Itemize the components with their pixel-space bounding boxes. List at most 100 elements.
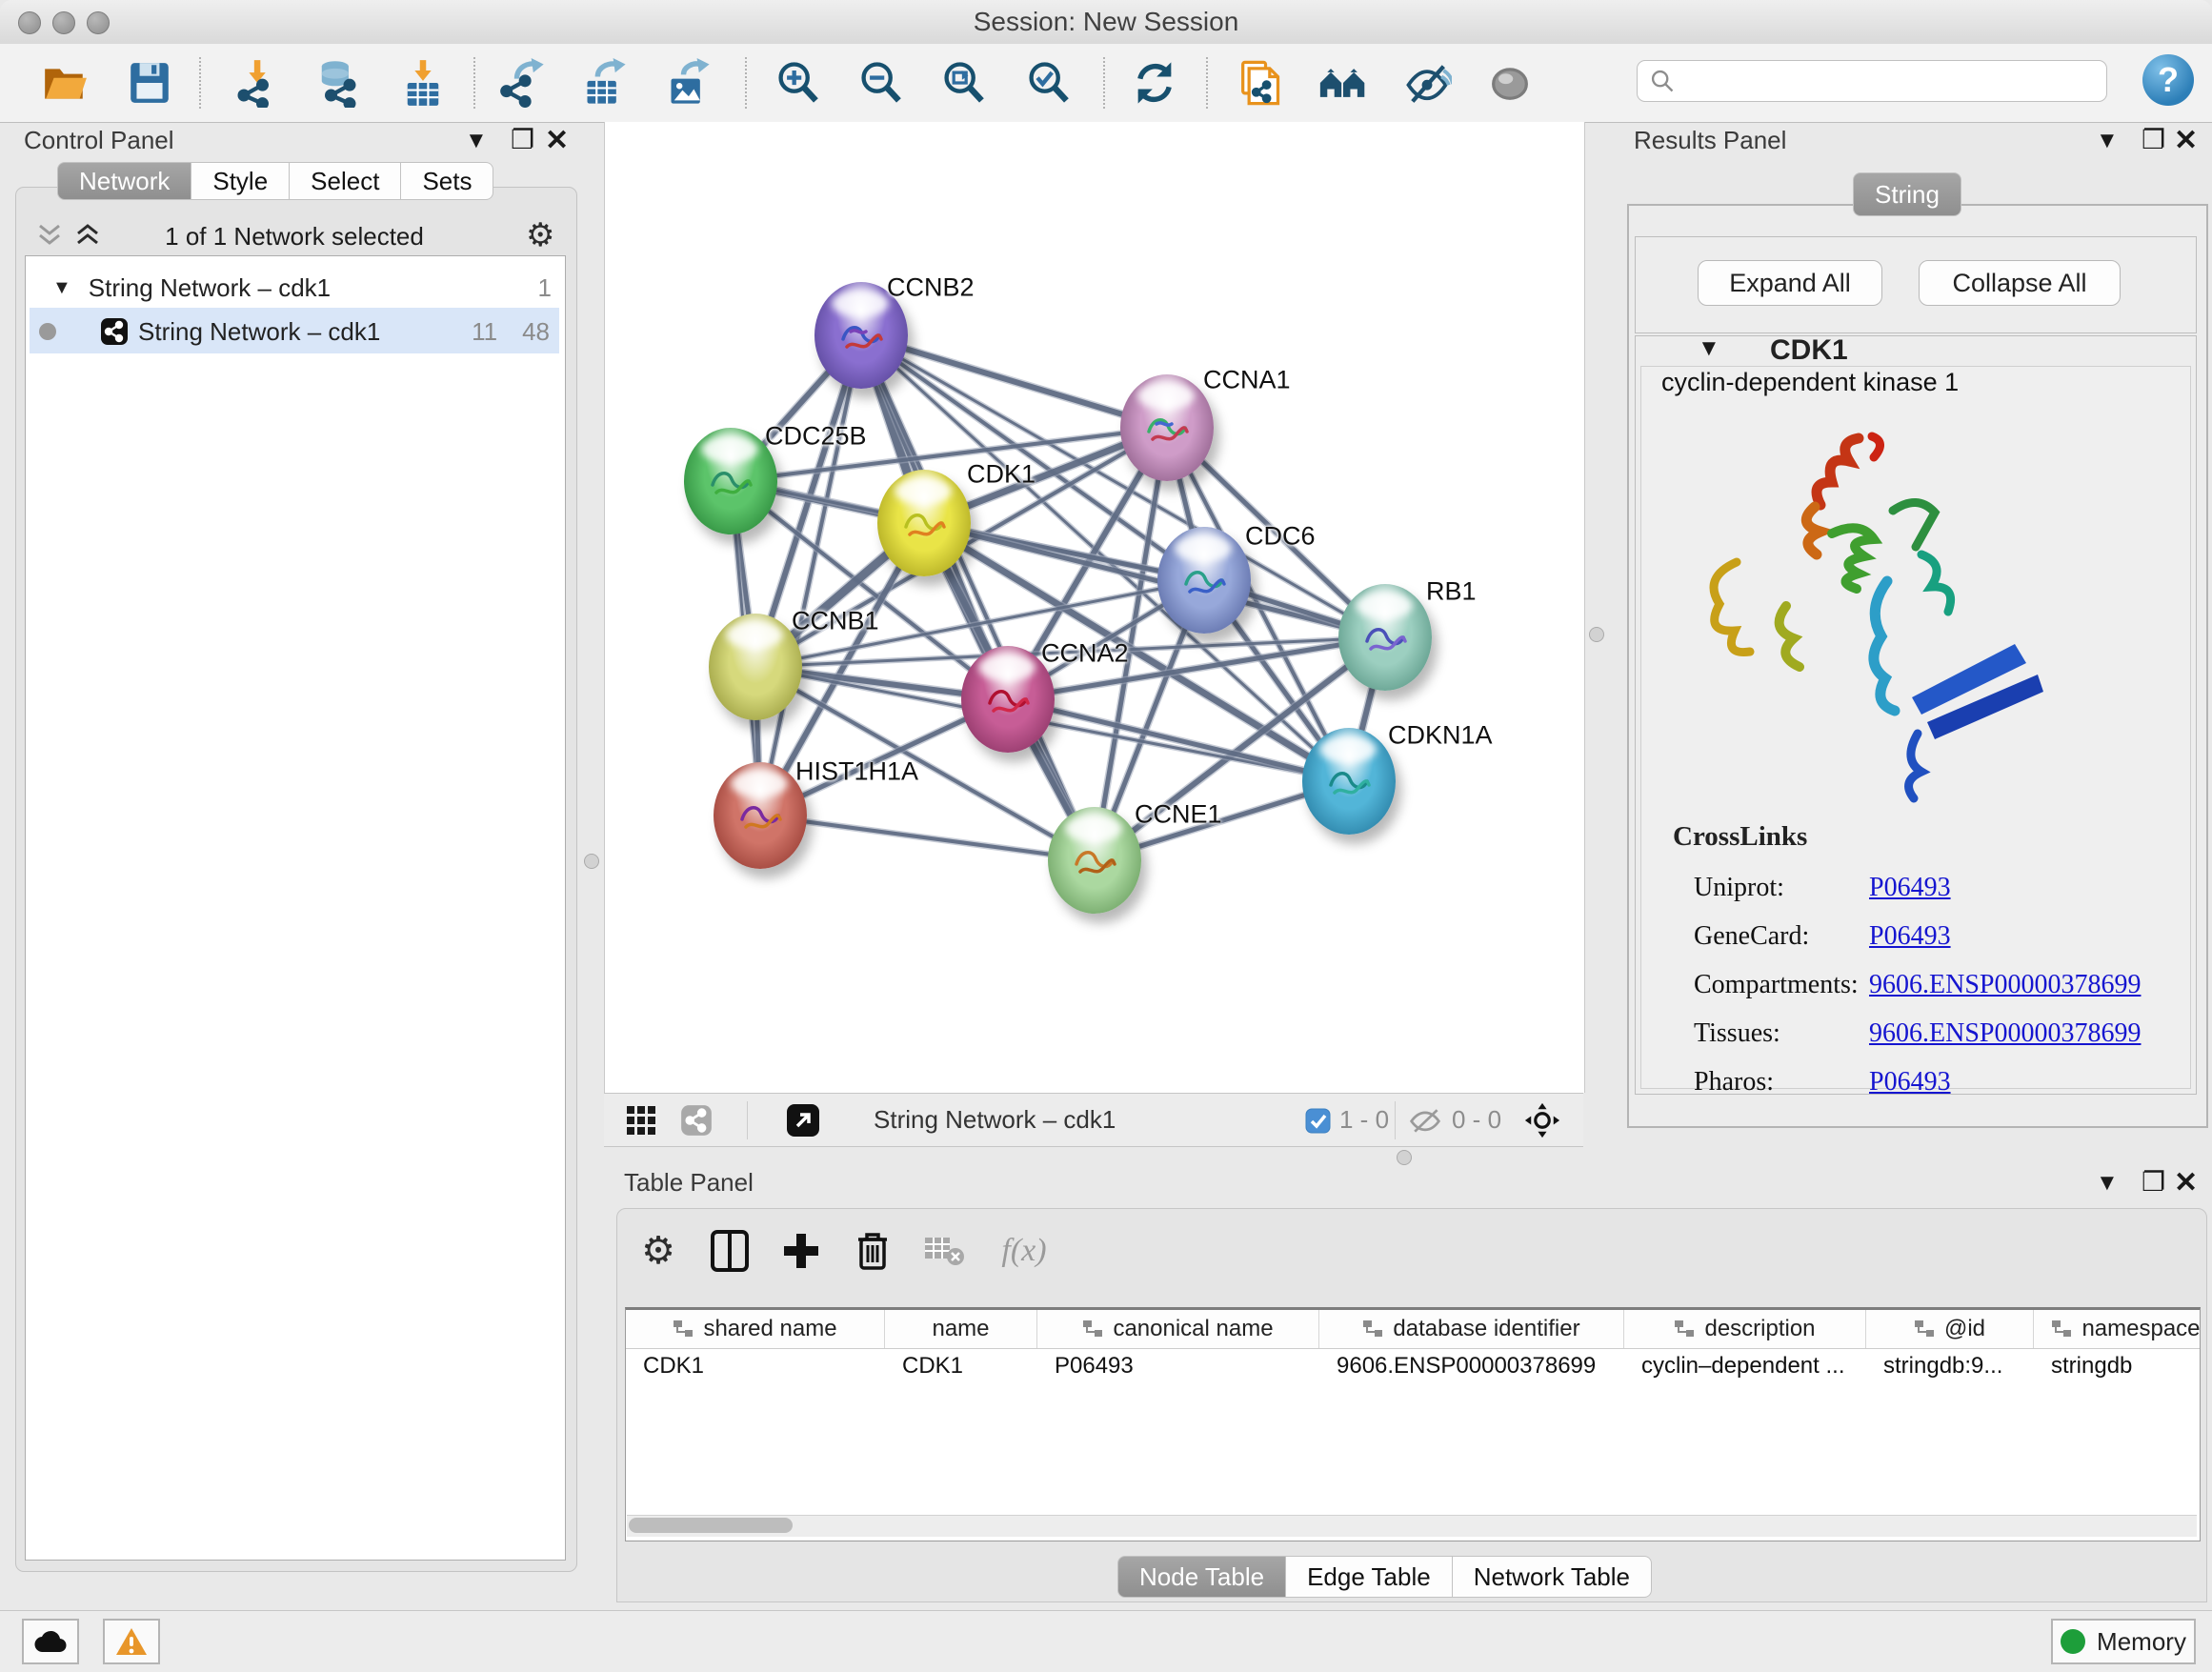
- warning-status-button[interactable]: [103, 1619, 160, 1664]
- column-header-name[interactable]: name: [885, 1310, 1037, 1348]
- delete-table-icon[interactable]: [922, 1229, 966, 1273]
- gene-description: cyclin-dependent kinase 1: [1661, 368, 1959, 397]
- right-splitter-handle[interactable]: [1589, 627, 1604, 642]
- search-input[interactable]: [1676, 66, 2106, 97]
- column-header-namespace[interactable]: namespace: [2034, 1310, 2201, 1348]
- network-collection-row[interactable]: ▼ String Network – cdk1 1: [26, 266, 565, 310]
- table-row[interactable]: CDK1CDK1P064939606.ENSP00000378699cyclin…: [626, 1348, 2201, 1384]
- tab-sets[interactable]: Sets: [401, 162, 493, 200]
- control-panel-close-icon[interactable]: ✕: [545, 124, 569, 157]
- tab-network[interactable]: Network: [57, 162, 191, 200]
- export-network-icon[interactable]: [498, 56, 548, 110]
- column-label: description: [1704, 1316, 1815, 1342]
- tab-select[interactable]: Select: [290, 162, 401, 200]
- window-titlebar[interactable]: Session: New Session: [0, 0, 2212, 45]
- tab-string[interactable]: String: [1853, 172, 1961, 216]
- table-panel-float-icon[interactable]: ❐: [2142, 1166, 2165, 1198]
- delete-column-icon[interactable]: [851, 1229, 895, 1273]
- memory-button[interactable]: Memory: [2051, 1619, 2196, 1664]
- table-panel-close-icon[interactable]: ✕: [2174, 1166, 2198, 1199]
- left-splitter-handle[interactable]: [584, 854, 599, 869]
- control-panel-menu-icon[interactable]: ▼: [465, 128, 488, 154]
- edge-count: 48: [522, 317, 550, 347]
- tab-style[interactable]: Style: [191, 162, 290, 200]
- help-icon[interactable]: ?: [2142, 54, 2194, 106]
- zoom-out-icon[interactable]: [856, 56, 906, 110]
- results-panel-menu-icon[interactable]: ▼: [2096, 128, 2119, 154]
- show-columns-icon[interactable]: [708, 1229, 752, 1273]
- show-all-icon[interactable]: [1485, 56, 1535, 110]
- node-cdc6[interactable]: [1157, 527, 1251, 634]
- apply-layout-icon[interactable]: [1130, 56, 1179, 110]
- grid-view-icon[interactable]: [623, 1102, 659, 1138]
- birds-eye-view-icon[interactable]: [1524, 1102, 1560, 1138]
- collection-label: String Network – cdk1: [89, 273, 331, 303]
- scrollbar-thumb[interactable]: [629, 1518, 793, 1533]
- export-image-icon[interactable]: [665, 56, 714, 110]
- network-share-icon[interactable]: [678, 1102, 714, 1138]
- tab-node-table[interactable]: Node Table: [1117, 1556, 1286, 1598]
- zoom-fit-icon[interactable]: [939, 56, 989, 110]
- save-session-icon[interactable]: [125, 56, 174, 110]
- export-table-icon[interactable]: [581, 56, 631, 110]
- zoom-in-icon[interactable]: [774, 56, 823, 110]
- node-cdk1[interactable]: [877, 470, 971, 576]
- collapse-all-button[interactable]: Collapse All: [1919, 260, 2121, 306]
- open-session-icon[interactable]: [40, 56, 90, 110]
- tab-network-table[interactable]: Network Table: [1453, 1556, 1652, 1598]
- node-rb1[interactable]: [1338, 584, 1432, 691]
- results-panel-float-icon[interactable]: ❐: [2142, 124, 2165, 155]
- table-horizontal-scrollbar[interactable]: [627, 1515, 2197, 1537]
- node-cdkn1a[interactable]: [1302, 728, 1396, 835]
- cloud-status-button[interactable]: [22, 1619, 79, 1664]
- detach-view-icon[interactable]: [785, 1102, 821, 1138]
- table-panel-menu-icon[interactable]: ▼: [2096, 1170, 2119, 1197]
- import-table-icon[interactable]: [398, 56, 448, 110]
- node-ccne1[interactable]: [1048, 807, 1141, 914]
- control-panel-float-icon[interactable]: ❐: [511, 124, 534, 155]
- crosslink-link[interactable]: P06493: [1869, 873, 1951, 903]
- column-header-shared-name[interactable]: shared name: [626, 1310, 885, 1348]
- selected-checkbox-icon[interactable]: [1299, 1102, 1336, 1138]
- hide-selected-icon[interactable]: [1402, 56, 1452, 110]
- column-header-id[interactable]: @id: [1866, 1310, 2034, 1348]
- results-panel-close-icon[interactable]: ✕: [2174, 124, 2198, 157]
- node-hist1h1a[interactable]: [714, 762, 807, 869]
- column-header-database-identifier[interactable]: database identifier: [1319, 1310, 1624, 1348]
- network-options-gear-icon[interactable]: ⚙: [526, 219, 554, 252]
- first-neighbors-icon[interactable]: [1318, 56, 1368, 110]
- collapse-triangle-icon[interactable]: ▼: [52, 277, 71, 299]
- function-builder-icon[interactable]: f(x): [991, 1229, 1057, 1273]
- new-network-from-selection-icon[interactable]: [1235, 56, 1284, 110]
- tab-edge-table[interactable]: Edge Table: [1286, 1556, 1453, 1598]
- node-ccnb1[interactable]: [709, 614, 802, 720]
- toolbar-separator: [1103, 57, 1105, 109]
- import-network-database-icon[interactable]: [312, 56, 362, 110]
- table-cell: stringdb:9...: [1866, 1348, 2034, 1384]
- crosslink-link[interactable]: P06493: [1869, 921, 1951, 952]
- node-label-cdc25b: CDC25B: [765, 422, 867, 452]
- network-icon: [100, 317, 129, 346]
- toolbar-separator: [745, 57, 747, 109]
- bottom-splitter-handle[interactable]: [1397, 1150, 1412, 1165]
- column-header-description[interactable]: description: [1624, 1310, 1866, 1348]
- network-view-canvas[interactable]: CCNB2CCNA1CDC25BCDK1CDC6RB1CCNB1CCNA2CDK…: [604, 122, 1585, 1093]
- expand-all-button[interactable]: Expand All: [1698, 260, 1882, 306]
- create-column-icon[interactable]: [779, 1229, 823, 1273]
- gene-collapse-icon[interactable]: ▼: [1698, 335, 1720, 362]
- network-row[interactable]: String Network – cdk1 11 48: [26, 310, 565, 353]
- crosslink-label: Tissues:: [1694, 1018, 1869, 1049]
- search-box[interactable]: [1637, 60, 2107, 102]
- table-options-gear-icon[interactable]: ⚙: [636, 1229, 680, 1273]
- node-ccna1[interactable]: [1120, 374, 1214, 481]
- column-header-canonical-name[interactable]: canonical name: [1037, 1310, 1319, 1348]
- import-network-file-icon[interactable]: [231, 56, 281, 110]
- protein-squiggle-icon: [1317, 753, 1378, 814]
- main-toolbar: ?: [0, 44, 2212, 123]
- node-cdc25b[interactable]: [684, 428, 777, 534]
- crosslink-link[interactable]: 9606.ENSP00000378699: [1869, 970, 2141, 1000]
- crosslink-row: Tissues:9606.ENSP00000378699: [1694, 1009, 2199, 1058]
- crosslink-link[interactable]: 9606.ENSP00000378699: [1869, 1018, 2141, 1049]
- zoom-selected-icon[interactable]: [1024, 56, 1074, 110]
- crosslink-link[interactable]: P06493: [1869, 1067, 1951, 1098]
